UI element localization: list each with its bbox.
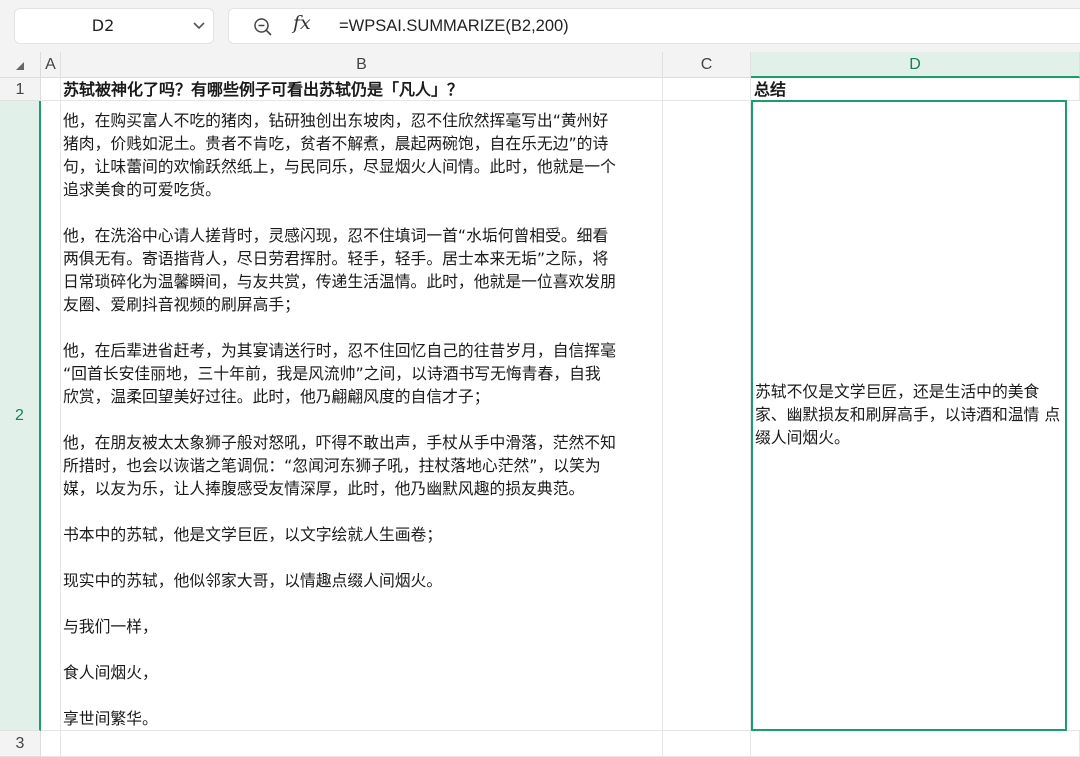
cell-c2[interactable] — [663, 101, 751, 731]
cell-d1-text: 总结 — [754, 80, 787, 99]
cell-b1-text: 苏轼被神化了吗？有哪些例子可看出苏轼仍是「凡人」？ — [63, 80, 464, 99]
cell-b2[interactable]: 他，在购买富人不吃的猪肉，钻研独创出东坡肉，忍不住欣然挥毫写出“黄州好 猪肉，价… — [61, 101, 663, 731]
cell-d2-selected[interactable]: 苏轼不仅是文学巨匠，还是生活中的美食 家、幽默损友和刷屏高手，以诗酒和温情 点缀… — [751, 100, 1067, 731]
corner-triangle-icon — [16, 62, 24, 70]
column-header-c[interactable]: C — [663, 52, 751, 78]
cell-d3[interactable] — [751, 731, 1080, 757]
spreadsheet-grid: A B C D 1 2 3 苏轼被神化了吗？有哪些例子可看出苏轼仍是「凡人」？ … — [0, 52, 1080, 757]
formula-input-area: fx =WPSAI.SUMMARIZE(B2,200) — [228, 8, 1080, 44]
zoom-icon[interactable] — [253, 17, 273, 37]
cell-a3[interactable] — [41, 731, 61, 757]
cell-d1[interactable]: 总结 — [751, 78, 1080, 101]
select-all-corner[interactable] — [0, 52, 41, 78]
cell-b2-text: 他，在购买富人不吃的猪肉，钻研独创出东坡肉，忍不住欣然挥毫写出“黄州好 猪肉，价… — [63, 111, 616, 728]
column-header-d[interactable]: D — [751, 52, 1080, 78]
column-header-a[interactable]: A — [41, 52, 61, 78]
row-header-1[interactable]: 1 — [0, 78, 41, 101]
cell-a1[interactable] — [41, 78, 61, 101]
chevron-down-icon[interactable] — [193, 21, 205, 31]
cell-c1[interactable] — [663, 78, 751, 101]
row-header-3[interactable]: 3 — [0, 731, 41, 757]
cell-b3[interactable] — [61, 731, 663, 757]
formula-input[interactable]: =WPSAI.SUMMARIZE(B2,200) — [339, 9, 569, 43]
row-header-2[interactable]: 2 — [0, 101, 41, 731]
cell-e2-partial[interactable] — [1067, 101, 1080, 731]
cell-b1[interactable]: 苏轼被神化了吗？有哪些例子可看出苏轼仍是「凡人」？ — [61, 78, 663, 101]
cell-reference[interactable]: D2 — [15, 9, 191, 43]
cell-a2[interactable] — [41, 101, 61, 731]
cell-d2-text: 苏轼不仅是文学巨匠，还是生活中的美食 家、幽默损友和刷屏高手，以诗酒和温情 点缀… — [755, 382, 1061, 447]
column-header-b[interactable]: B — [61, 52, 663, 78]
formula-bar: D2 fx =WPSAI.SUMMARIZE(B2,200) — [0, 0, 1080, 52]
cell-c3[interactable] — [663, 731, 751, 757]
name-box[interactable]: D2 — [14, 8, 214, 44]
fx-icon[interactable]: fx — [293, 12, 311, 34]
